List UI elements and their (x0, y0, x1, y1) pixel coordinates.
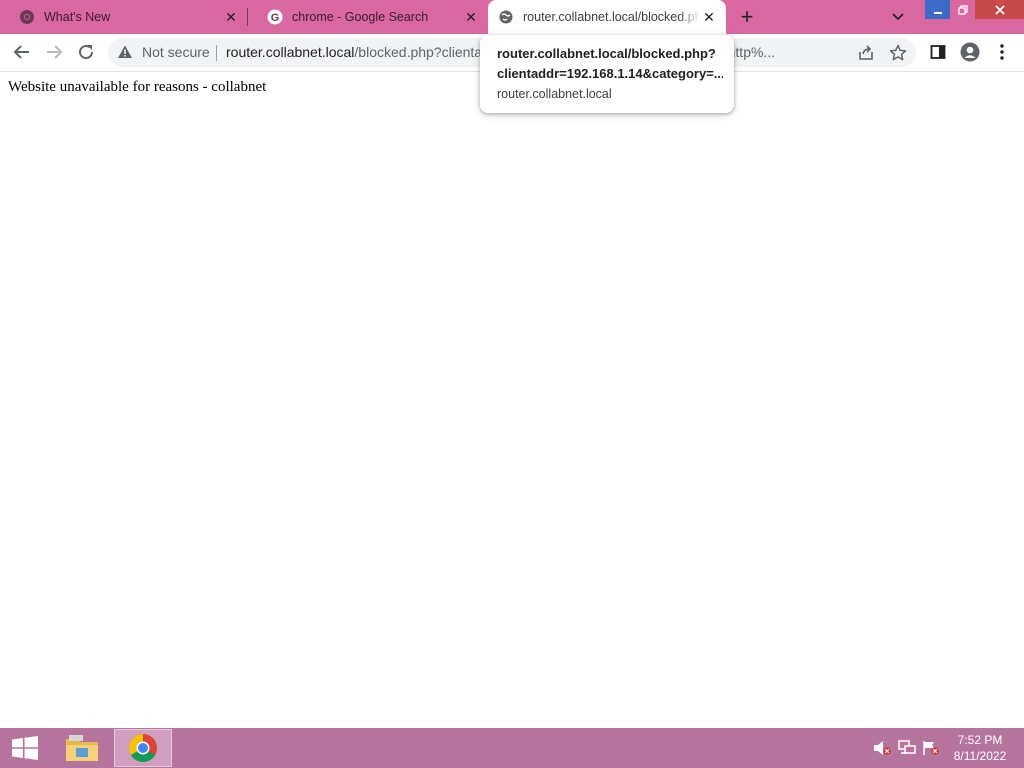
clock-date: 8/11/2022 (953, 749, 1007, 763)
tab-blocked-page[interactable]: router.collabnet.local/blocked.php?clien… (488, 0, 726, 34)
profile-button[interactable] (956, 38, 984, 66)
file-explorer-button[interactable] (58, 729, 106, 767)
menu-button[interactable] (988, 38, 1016, 66)
hover-card-title-line-2: clientaddr=192.168.1.14&category=... (497, 66, 723, 81)
side-panel-icon (930, 45, 946, 59)
page-body-text: Website unavailable for reasons - collab… (8, 79, 267, 95)
hover-card-domain: router.collabnet.local (497, 87, 612, 101)
tab-title: What's New (44, 10, 111, 24)
windows-logo-icon (12, 736, 38, 760)
minimize-button[interactable] (925, 0, 950, 19)
chrome-icon (129, 734, 157, 762)
tab-hover-card: router.collabnet.local/blocked.php? clie… (480, 35, 734, 113)
chevron-down-icon (892, 13, 904, 21)
action-center-icon[interactable] (922, 740, 940, 756)
back-button[interactable] (8, 38, 36, 66)
tab-title: chrome - Google Search (292, 10, 429, 24)
chrome-taskbar-button[interactable] (114, 729, 172, 767)
bookmark-star-icon[interactable] (888, 43, 908, 63)
restore-button[interactable] (950, 0, 975, 19)
avatar-icon (960, 42, 980, 62)
clock-time: 7:52 PM (957, 733, 1003, 747)
forward-button[interactable] (40, 38, 68, 66)
tab-search-button[interactable] (889, 9, 907, 25)
tab-title: router.collabnet.local/blocked.php?clien… (523, 10, 700, 24)
tab-google-search[interactable]: G chrome - Google Search ✕ (248, 0, 488, 34)
svg-text:G: G (271, 12, 280, 24)
tab-close-icon[interactable]: ✕ (462, 8, 480, 26)
tab-close-icon[interactable]: ✕ (222, 8, 240, 26)
share-icon[interactable] (856, 43, 876, 63)
warning-icon[interactable] (117, 44, 133, 60)
url-host: router.collabnet.local (226, 44, 355, 60)
hover-card-title-line-1: router.collabnet.local/blocked.php? (497, 46, 716, 61)
hover-card-title: router.collabnet.local/blocked.php? clie… (497, 44, 723, 84)
close-window-button[interactable] (975, 0, 1024, 19)
arrow-right-icon (47, 45, 63, 59)
more-vert-icon (1000, 44, 1004, 60)
start-button[interactable] (0, 728, 50, 768)
google-g-icon: G (267, 9, 283, 25)
window-controls (925, 0, 1024, 20)
minimize-icon (933, 11, 942, 14)
omnibox-divider (216, 45, 217, 61)
reload-icon (79, 45, 94, 60)
tab-strip: What's New ✕ G chrome - Google Search ✕ … (0, 0, 1024, 34)
arrow-left-icon (13, 45, 29, 59)
taskbar: 7:52 PM 8/11/2022 (0, 728, 1024, 768)
chrome-icon (19, 9, 35, 25)
close-icon (994, 4, 1005, 15)
new-tab-button[interactable]: + (735, 5, 759, 29)
globe-icon (498, 9, 514, 25)
file-explorer-icon (66, 735, 98, 761)
tab-whats-new[interactable]: What's New ✕ (0, 0, 248, 34)
network-icon[interactable] (898, 740, 916, 756)
speaker-muted-icon[interactable] (873, 740, 891, 756)
security-status-label[interactable]: Not secure (142, 44, 210, 60)
side-panel-button[interactable] (924, 38, 952, 66)
restore-icon (957, 4, 968, 15)
reload-button[interactable] (72, 38, 100, 66)
tab-close-icon[interactable]: ✕ (700, 8, 718, 26)
system-clock[interactable]: 7:52 PM 8/11/2022 (948, 732, 1012, 764)
